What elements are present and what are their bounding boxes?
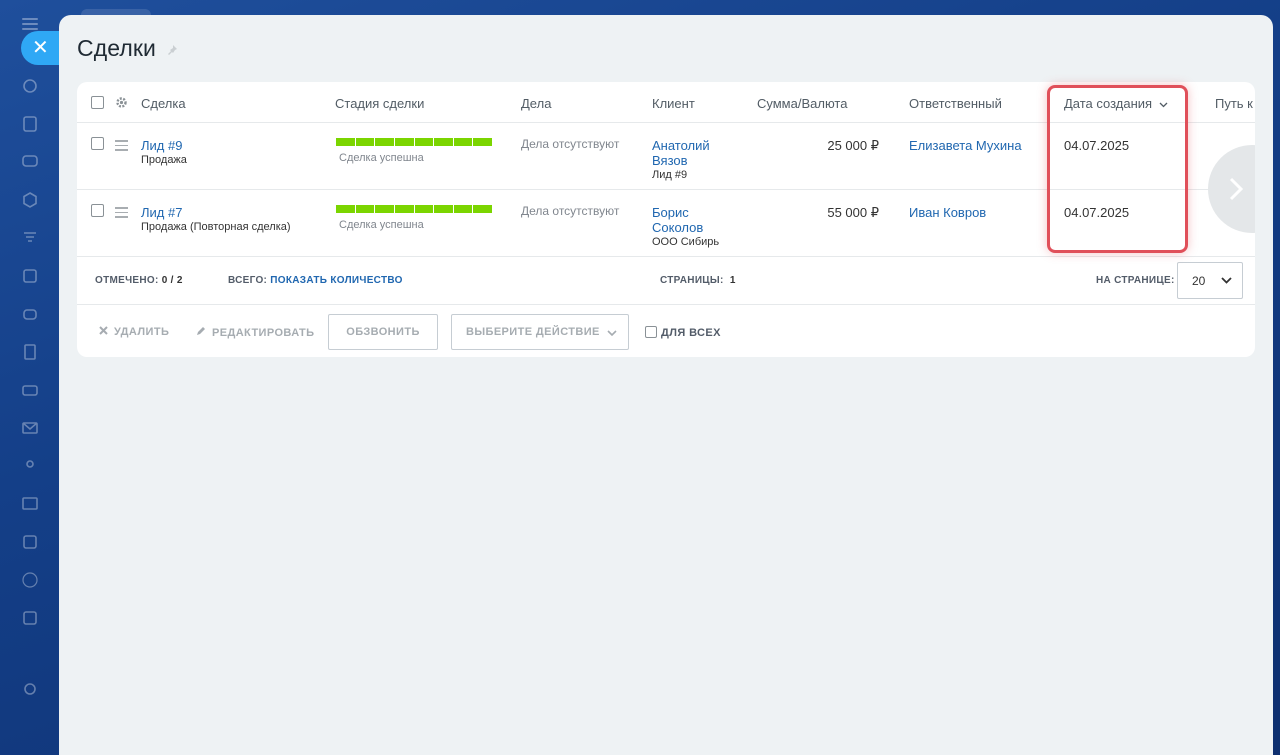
deals-grid: Сделка Стадия сделки Дела Клиент Сумма/В… — [77, 82, 1255, 357]
table-row[interactable]: Лид #9 Продажа Сделка успешна Дела отсут… — [77, 123, 1255, 190]
column-header-amount[interactable]: Сумма/Валюта — [757, 96, 847, 111]
deal-amount: 55 000 ₽ — [827, 205, 879, 220]
column-header-created-label: Дата создания — [1064, 96, 1153, 111]
per-page-label: НА СТРАНИЦЕ: — [1096, 275, 1175, 286]
mail-icon[interactable] — [21, 419, 39, 437]
for-all-checkbox[interactable] — [645, 326, 657, 338]
stage-label: Сделка успешна — [339, 152, 424, 164]
deal-type: Продажа (Повторная сделка) — [141, 221, 291, 233]
stage-progress-bar[interactable] — [336, 138, 492, 146]
client-link-line2[interactable]: Вязов — [652, 153, 688, 168]
total-counter: ВСЕГО: ПОКАЗАТЬ КОЛИЧЕСТВО — [228, 275, 403, 286]
call-button[interactable]: ОБЗВОНИТЬ — [328, 314, 438, 350]
activities-status: Дела отсутствуют — [521, 137, 620, 151]
pencil-icon — [197, 327, 205, 335]
per-page-select[interactable]: 20 — [1177, 262, 1243, 299]
chat-icon[interactable] — [21, 153, 39, 171]
settings-icon[interactable] — [21, 680, 39, 698]
responsible-link[interactable]: Елизавета Мухина — [909, 138, 1022, 153]
column-header-stage[interactable]: Стадия сделки — [335, 96, 424, 111]
created-date: 04.07.2025 — [1064, 138, 1130, 153]
column-header-client[interactable]: Клиент — [652, 96, 695, 111]
column-header-path[interactable]: Путь к — [1215, 96, 1253, 111]
hexagon-icon[interactable] — [21, 191, 39, 209]
filter-icon[interactable] — [21, 229, 39, 247]
delete-button[interactable]: УДАЛИТЬ — [99, 326, 169, 338]
h-icon[interactable] — [21, 571, 39, 589]
show-count-link[interactable]: ПОКАЗАТЬ КОЛИЧЕСТВО — [270, 275, 402, 286]
responsible-link[interactable]: Иван Ковров — [909, 205, 986, 220]
checkbox-icon[interactable] — [21, 533, 39, 551]
deal-amount: 25 000 ₽ — [827, 138, 879, 153]
menu-icon[interactable] — [22, 18, 38, 30]
selected-counter: ОТМЕЧЕНО: 0 / 2 — [95, 275, 183, 286]
grid-icon[interactable] — [21, 609, 39, 627]
chevron-down-icon — [1221, 277, 1232, 284]
pages-counter: СТРАНИЦЫ: 1 — [660, 275, 736, 286]
chevron-down-icon — [607, 330, 617, 336]
drag-handle-icon[interactable] — [115, 207, 128, 221]
chevron-right-icon — [1229, 177, 1244, 201]
column-header-activities[interactable]: Дела — [521, 96, 551, 111]
rail-icon-1[interactable] — [21, 77, 39, 95]
deal-title-link[interactable]: Лид #9 — [141, 138, 182, 153]
activities-status: Дела отсутствуют — [521, 204, 620, 218]
gear-icon[interactable] — [115, 96, 128, 109]
deal-title-link[interactable]: Лид #7 — [141, 205, 182, 220]
column-header-deal[interactable]: Сделка — [141, 96, 186, 111]
document-icon[interactable] — [21, 343, 39, 361]
client-sub: ООО Сибирь — [652, 236, 720, 248]
client-sub: Лид #9 — [652, 169, 688, 181]
choose-action-select[interactable]: ВЫБЕРИТЕ ДЕЙСТВИЕ — [451, 314, 629, 350]
created-date: 04.07.2025 — [1064, 205, 1130, 220]
board-icon[interactable] — [21, 495, 39, 513]
calendar-icon[interactable] — [21, 267, 39, 285]
deal-type: Продажа — [141, 154, 187, 166]
users-icon[interactable] — [21, 457, 39, 475]
deals-panel: Сделки Сделка Стадия сделки Дела Клиент … — [59, 15, 1273, 755]
stage-progress-bar[interactable] — [336, 205, 492, 213]
close-icon — [99, 326, 108, 335]
pin-icon[interactable] — [166, 44, 178, 56]
card-icon[interactable] — [21, 381, 39, 399]
rail-icon-2[interactable] — [21, 115, 39, 133]
column-header-responsible[interactable]: Ответственный — [909, 96, 1002, 111]
table-row[interactable]: Лид #7 Продажа (Повторная сделка) Сделка… — [77, 190, 1255, 257]
grid-header: Сделка Стадия сделки Дела Клиент Сумма/В… — [77, 82, 1255, 123]
client-link-line1[interactable]: Анатолий — [652, 138, 710, 153]
row-checkbox[interactable] — [91, 204, 104, 217]
client-link-line1[interactable]: Борис — [652, 205, 689, 220]
chevron-down-icon — [1159, 102, 1168, 107]
grid-footer: ОТМЕЧЕНО: 0 / 2 ВСЕГО: ПОКАЗАТЬ КОЛИЧЕСТ… — [77, 256, 1255, 305]
per-page-value: 20 — [1192, 274, 1206, 288]
page-title: Сделки — [77, 35, 156, 61]
column-header-created[interactable]: Дата создания — [1064, 96, 1168, 111]
left-rail: ✕ — [0, 0, 65, 755]
drag-handle-icon[interactable] — [115, 140, 128, 154]
group-actions-panel: УДАЛИТЬ РЕДАКТИРОВАТЬ ОБЗВОНИТЬ ВЫБЕРИТЕ… — [77, 305, 1255, 357]
stage-label: Сделка успешна — [339, 219, 424, 231]
edit-button[interactable]: РЕДАКТИРОВАТЬ — [196, 326, 314, 339]
client-link-line2[interactable]: Соколов — [652, 220, 703, 235]
select-all-checkbox[interactable] — [91, 96, 104, 109]
robot-icon[interactable] — [21, 305, 39, 323]
for-all-toggle[interactable]: ДЛЯ ВСЕХ — [645, 326, 721, 339]
row-checkbox[interactable] — [91, 137, 104, 150]
